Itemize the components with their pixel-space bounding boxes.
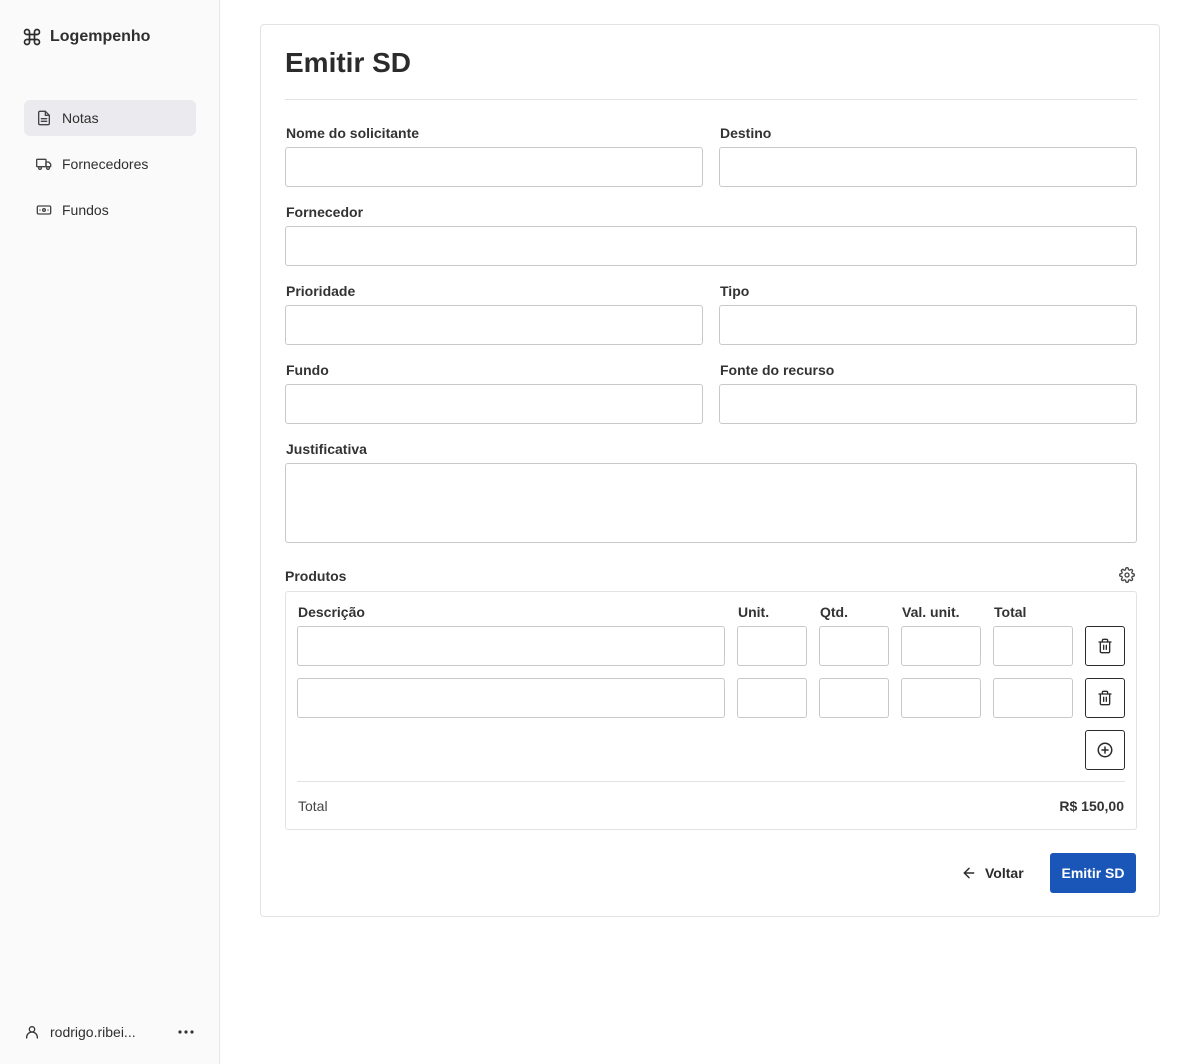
col-header-unit: Unit. xyxy=(738,604,770,620)
fonte-recurso-input[interactable] xyxy=(719,384,1137,424)
fonte-recurso-label: Fonte do recurso xyxy=(720,362,835,378)
back-button[interactable]: Voltar xyxy=(953,853,1032,893)
trash-icon xyxy=(1097,638,1113,654)
user-menu[interactable]: rodrigo.ribei... xyxy=(24,1020,195,1044)
page-title: Emitir SD xyxy=(285,47,412,78)
command-icon xyxy=(22,27,42,47)
sidebar-item-label: Fornecedores xyxy=(62,156,149,172)
plus-circle-icon xyxy=(1096,741,1114,759)
justificativa-textarea[interactable] xyxy=(285,463,1137,543)
col-header-val-unit: Val. unit. xyxy=(902,604,960,620)
col-header-qtd: Qtd. xyxy=(820,604,848,620)
more-icon[interactable] xyxy=(177,1024,195,1040)
tipo-label: Tipo xyxy=(720,283,750,299)
produtos-table: Descrição Unit. Qtd. Val. unit. Total To… xyxy=(285,591,1137,830)
total-input[interactable] xyxy=(993,626,1073,666)
add-row-button[interactable] xyxy=(1085,730,1125,770)
truck-icon xyxy=(36,156,52,172)
destino-input[interactable] xyxy=(719,147,1137,187)
sidebar-nav: Notas Fornecedores Fundos xyxy=(24,100,196,238)
form-card: Emitir SD Nome do solicitante Destino Fo… xyxy=(260,24,1160,917)
fornecedor-input[interactable] xyxy=(285,226,1137,266)
unit-input[interactable] xyxy=(737,678,807,718)
title-divider xyxy=(285,99,1137,100)
val-unit-input[interactable] xyxy=(901,678,981,718)
delete-row-button[interactable] xyxy=(1085,626,1125,666)
sidebar-item-fundos[interactable]: Fundos xyxy=(24,192,196,228)
qtd-input[interactable] xyxy=(819,626,889,666)
submit-button[interactable]: Emitir SD xyxy=(1050,853,1136,893)
trash-icon xyxy=(1097,690,1113,706)
unit-input[interactable] xyxy=(737,626,807,666)
col-header-total: Total xyxy=(994,604,1027,620)
val-unit-input[interactable] xyxy=(901,626,981,666)
sidebar-item-fornecedores[interactable]: Fornecedores xyxy=(24,146,196,182)
justificativa-label: Justificativa xyxy=(286,441,367,457)
produtos-label: Produtos xyxy=(285,568,347,584)
delete-row-button[interactable] xyxy=(1085,678,1125,718)
prioridade-input[interactable] xyxy=(285,305,703,345)
back-label: Voltar xyxy=(985,865,1024,881)
brand-name: Logempenho xyxy=(50,28,151,45)
user-name: rodrigo.ribei... xyxy=(50,1024,136,1040)
gear-icon[interactable] xyxy=(1119,567,1135,583)
total-value: R$ 150,00 xyxy=(1059,798,1124,814)
descricao-input[interactable] xyxy=(297,678,725,718)
tipo-input[interactable] xyxy=(719,305,1137,345)
fundo-label: Fundo xyxy=(286,362,329,378)
total-label: Total xyxy=(298,798,328,814)
qtd-input[interactable] xyxy=(819,678,889,718)
brand[interactable]: Logempenho xyxy=(22,27,150,47)
sidebar: Logempenho Notas Fornecedores Fundos rod… xyxy=(0,0,220,1064)
sidebar-item-notas[interactable]: Notas xyxy=(24,100,196,136)
document-icon xyxy=(36,110,52,126)
user-icon xyxy=(24,1024,40,1040)
fornecedor-label: Fornecedor xyxy=(286,204,364,220)
arrow-left-icon xyxy=(961,865,977,881)
total-input[interactable] xyxy=(993,678,1073,718)
sidebar-item-label: Notas xyxy=(62,110,99,126)
descricao-input[interactable] xyxy=(297,626,725,666)
money-icon xyxy=(36,202,52,218)
app-root: Logempenho Notas Fornecedores Fundos rod… xyxy=(0,0,1200,1064)
nome-solicitante-label: Nome do solicitante xyxy=(286,125,420,141)
fundo-input[interactable] xyxy=(285,384,703,424)
main-content: Emitir SD Nome do solicitante Destino Fo… xyxy=(220,0,1200,1064)
destino-label: Destino xyxy=(720,125,772,141)
nome-solicitante-input[interactable] xyxy=(285,147,703,187)
col-header-descricao: Descrição xyxy=(298,604,365,620)
produtos-divider xyxy=(297,781,1125,782)
prioridade-label: Prioridade xyxy=(286,283,356,299)
sidebar-item-label: Fundos xyxy=(62,202,109,218)
